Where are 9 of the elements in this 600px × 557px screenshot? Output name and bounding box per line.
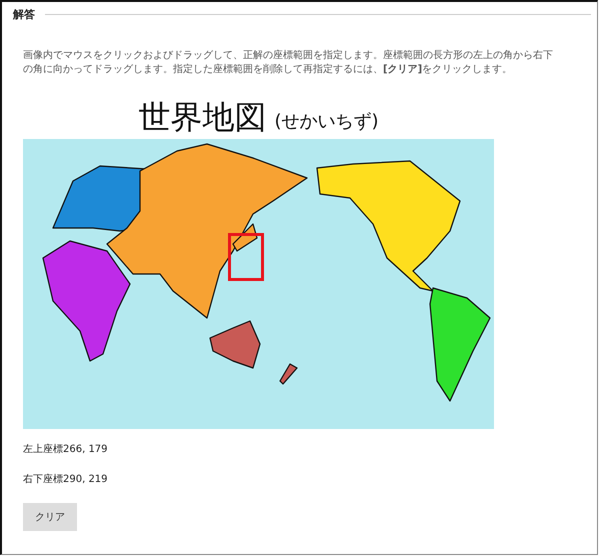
coordinate-text: 左上座標266, 179 [23, 443, 109, 457]
coordinate-text: 右下座標290, 219 [23, 473, 109, 487]
instructions-text: 画像内でマウスをクリックおよびドラッグして、正解の座標範囲を指定します。座標範囲の長方形の左上の角から右下の角に向かってドラッグします。指定した座標範囲を削除して再指定するには、[クリア]をクリックします。 [23, 49, 554, 77]
clear-button[interactable]: クリア [23, 503, 77, 531]
map-image[interactable]: 世界地図 (せかいちず) [23, 96, 494, 429]
map-title-reading: (せかいちず) [274, 110, 379, 132]
section-heading: 解答 [13, 7, 35, 22]
map-title: 世界地図 [138, 96, 266, 138]
selection-rectangle[interactable] [228, 233, 264, 281]
